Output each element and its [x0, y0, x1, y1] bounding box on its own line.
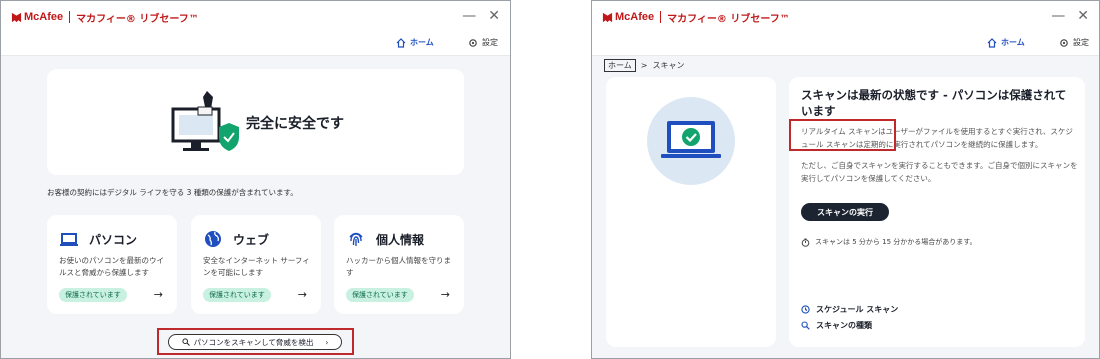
- schedule-scan-label: スケジュール スキャン: [816, 305, 899, 314]
- card-title: 個人情報: [376, 233, 425, 247]
- nav-settings[interactable]: 設定: [468, 37, 498, 48]
- protected-computer-illustration: [171, 91, 239, 151]
- search-icon: [801, 321, 810, 330]
- protection-status: 完全に安全です: [246, 116, 344, 132]
- highlight-box: [789, 119, 896, 151]
- title-divider: [69, 11, 71, 23]
- card-description: 安全なインターネット サーフィンを可能にします: [203, 256, 310, 277]
- mcafee-shield-icon: [11, 12, 22, 22]
- scan-types-link[interactable]: スキャンの種類: [801, 320, 872, 331]
- nav-settings-label: 設定: [482, 38, 498, 47]
- clock-icon: [801, 305, 810, 314]
- nav-home[interactable]: ホーム: [987, 37, 1025, 48]
- fingerprint-icon: [349, 232, 363, 246]
- card-description: お使いのパソコンを最新のウイルスと脅威から保護します: [59, 256, 164, 277]
- scan-types-label: スキャンの種類: [816, 321, 872, 330]
- arrow-right-icon[interactable]: →: [441, 288, 450, 301]
- minimize-icon[interactable]: —: [1051, 9, 1065, 23]
- duration-text: スキャンは 5 分から 15 分かかる場合があります。: [815, 238, 977, 246]
- nav-settings-label: 設定: [1073, 38, 1089, 47]
- nav-home-label: ホーム: [410, 38, 434, 47]
- globe-icon: [205, 231, 221, 247]
- breadcrumb-separator: >: [640, 61, 648, 70]
- title-bar: McAfee マカフィー® リブセーフ™ — ✕: [592, 1, 1099, 33]
- laptop-check-illustration: [647, 97, 735, 185]
- laptop-icon: [60, 233, 78, 246]
- logo-text: McAfee: [615, 11, 655, 23]
- arrow-right-icon[interactable]: →: [298, 288, 307, 301]
- card-title: パソコン: [89, 233, 138, 247]
- home-window: McAfee マカフィー® リブセーフ™ — ✕ ホーム 設定 完全に安全です …: [0, 0, 511, 359]
- scan-status-card: スキャンは最新の状態です - パソコンは保護されています リアルタイム スキャン…: [789, 77, 1085, 347]
- scan-window: McAfee マカフィー® リブセーフ™ — ✕ ホーム 設定 ホーム > スキ…: [591, 0, 1100, 359]
- scan-status-title: スキャンは最新の状態です - パソコンは保護されています: [801, 88, 1067, 118]
- nav-settings[interactable]: 設定: [1059, 37, 1089, 48]
- minimize-icon[interactable]: —: [462, 9, 476, 23]
- close-icon[interactable]: ✕: [488, 9, 500, 23]
- title-bar: McAfee マカフィー® リブセーフ™ — ✕: [1, 1, 510, 33]
- pc-card[interactable]: パソコン お使いのパソコンを最新のウイルスと脅威から保護します 保護されています…: [47, 215, 177, 314]
- status-badge: 保護されています: [59, 288, 127, 302]
- home-icon: [987, 37, 997, 48]
- mcafee-shield-icon: [602, 12, 613, 22]
- home-icon: [396, 37, 406, 48]
- status-badge: 保護されています: [203, 288, 271, 302]
- scan-button-label: パソコンをスキャンして脅威を検出: [193, 337, 314, 347]
- nav-bar: ホーム 設定: [1, 33, 510, 56]
- product-name: マカフィー® リブセーフ™: [76, 13, 199, 25]
- scan-illustration-card: [606, 77, 776, 347]
- gear-icon: [469, 38, 477, 47]
- nav-home[interactable]: ホーム: [396, 37, 434, 48]
- card-title: ウェブ: [233, 233, 270, 247]
- chevron-right-icon: ›: [325, 337, 329, 347]
- scan-pc-button[interactable]: パソコンをスキャンして脅威を検出 ›: [168, 334, 342, 350]
- web-card[interactable]: ウェブ 安全なインターネット サーフィンを可能にします 保護されています →: [191, 215, 321, 314]
- mcafee-logo: McAfee: [602, 11, 654, 23]
- gear-icon: [1060, 38, 1068, 47]
- mcafee-logo: McAfee: [11, 11, 63, 23]
- close-icon[interactable]: ✕: [1077, 9, 1089, 23]
- subscription-description: お客様の契約にはデジタル ライフを守る 3 種類の保護が含まれています。: [47, 188, 298, 197]
- search-icon: [182, 338, 190, 346]
- status-badge: 保護されています: [346, 288, 414, 302]
- product-name: マカフィー® リブセーフ™: [667, 13, 790, 25]
- logo-text: McAfee: [24, 11, 64, 23]
- schedule-scan-link[interactable]: スケジュール スキャン: [801, 304, 898, 315]
- stopwatch-icon: [801, 238, 810, 247]
- identity-card[interactable]: 個人情報 ハッカーから個人情報を守ります 保護されています →: [334, 215, 464, 314]
- laptop-check-icon: [661, 121, 721, 158]
- nav-home-label: ホーム: [1001, 38, 1025, 47]
- breadcrumb-home[interactable]: ホーム: [604, 59, 636, 72]
- title-divider: [660, 11, 662, 23]
- card-description: ハッカーから個人情報を守ります: [346, 256, 451, 277]
- scan-duration: スキャンは 5 分から 15 分かかる場合があります。: [801, 237, 977, 247]
- manual-scan-description: ただし、ご自身でスキャンを実行することもできます。ご自身で個別にスキャンを実行し…: [801, 161, 1078, 183]
- breadcrumb: ホーム > スキャン: [604, 59, 684, 72]
- arrow-right-icon[interactable]: →: [154, 288, 163, 301]
- nav-bar: ホーム 設定: [592, 33, 1099, 56]
- breadcrumb-current: スキャン: [652, 61, 685, 70]
- run-scan-button[interactable]: スキャンの実行: [801, 203, 889, 221]
